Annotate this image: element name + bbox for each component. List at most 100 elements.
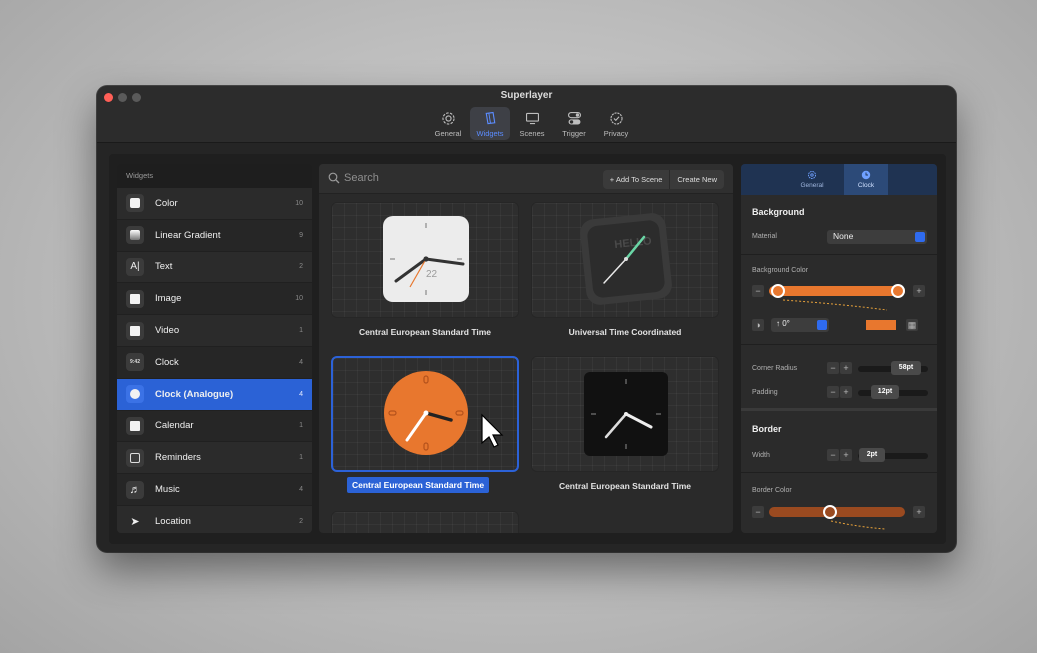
- sidebar-item-count: 4: [299, 358, 303, 366]
- color-well[interactable]: [866, 320, 896, 330]
- tab-widgets-label: Widgets: [476, 129, 504, 138]
- tab-trigger-label: Trigger: [562, 129, 586, 138]
- create-new-button[interactable]: Create New: [669, 170, 724, 189]
- inspector-tab-general[interactable]: General: [790, 164, 834, 195]
- clock-date: 22: [426, 269, 438, 280]
- minus-button[interactable]: −: [752, 506, 764, 518]
- sidebar-item-count: 1: [299, 422, 303, 430]
- angle-value: ↑ 0°: [776, 319, 790, 328]
- padding-minus[interactable]: −: [827, 386, 839, 398]
- search-input[interactable]: Search: [344, 172, 379, 184]
- background-color-slider[interactable]: [769, 286, 905, 296]
- border-width-minus[interactable]: −: [827, 449, 839, 461]
- gradient-icon: [126, 226, 144, 245]
- action-buttons: + Add To Scene Create New: [602, 170, 724, 189]
- material-select[interactable]: None: [827, 230, 927, 244]
- widget-label: Central European Standard Time: [558, 481, 692, 491]
- tab-trigger[interactable]: Trigger: [554, 107, 594, 140]
- angle-field[interactable]: ↑ 0°: [771, 318, 829, 332]
- tab-general[interactable]: General: [428, 107, 468, 140]
- slider-handle-end[interactable]: [891, 284, 905, 298]
- sidebar-item-color[interactable]: Color 10: [117, 188, 312, 220]
- monitor-icon: [525, 112, 539, 125]
- window-title: Superlayer: [500, 90, 553, 101]
- gear-icon: [808, 171, 816, 179]
- sidebar-item-location[interactable]: ➤ Location 2: [117, 505, 312, 533]
- widget-tile[interactable]: HELLO: [531, 202, 719, 318]
- tab-widgets[interactable]: Widgets: [470, 107, 510, 140]
- color-picker-button[interactable]: ▦: [906, 319, 918, 331]
- sidebar-item-label: Clock (Analogue): [155, 388, 234, 400]
- tab-privacy[interactable]: Privacy: [596, 107, 636, 140]
- widget-tile[interactable]: 22: [331, 202, 519, 318]
- sidebar-item-clock[interactable]: 9:42 Clock 4: [117, 346, 312, 379]
- sidebar-item-image[interactable]: Image 10: [117, 283, 312, 316]
- sidebar-item-label: Clock: [155, 356, 179, 368]
- corner-radius-value[interactable]: 58pt: [891, 361, 921, 375]
- plus-button[interactable]: +: [913, 285, 925, 297]
- sidebar-item-label: Text: [155, 261, 173, 273]
- tab-privacy-label: Privacy: [603, 129, 629, 138]
- border-section-title: Border: [752, 424, 782, 434]
- sidebar-item-label: Music: [155, 484, 180, 496]
- sidebar-item-calendar[interactable]: Calendar 1: [117, 410, 312, 443]
- sidebar-item-count: 10: [295, 295, 303, 303]
- widget-tile-selected[interactable]: [331, 356, 519, 472]
- widget-tile[interactable]: [331, 511, 519, 533]
- corner-radius-plus[interactable]: +: [840, 362, 852, 374]
- tab-scenes[interactable]: Scenes: [512, 107, 552, 140]
- chevron-updown-icon: [817, 320, 827, 330]
- padding-plus[interactable]: +: [840, 386, 852, 398]
- border-color-label: Border Color: [752, 487, 792, 494]
- sidebar-item-count: 4: [299, 486, 303, 494]
- calendar-icon: [126, 416, 144, 435]
- sidebar-item-label: Linear Gradient: [155, 229, 221, 241]
- widget-tile[interactable]: [531, 356, 719, 472]
- sidebar-item-text[interactable]: A| Text 2: [117, 251, 312, 284]
- mouse-cursor-icon: [481, 413, 504, 448]
- sidebar-item-count: 10: [295, 199, 303, 207]
- toolbar: General Widgets Scenes Trigger Privacy: [428, 107, 636, 140]
- widget-label-selected: Central European Standard Time: [347, 477, 490, 493]
- sidebar-item-count: 1: [299, 327, 303, 335]
- add-to-scene-button[interactable]: + Add To Scene: [603, 170, 670, 189]
- analog-clock-icon: [126, 385, 144, 404]
- sidebar-item-label: Image: [155, 293, 182, 305]
- minus-button[interactable]: −: [752, 285, 764, 297]
- sidebar-item-label: Calendar: [155, 420, 194, 432]
- widget-gallery: Search + Add To Scene Create New 22 Cent…: [319, 164, 733, 533]
- list-icon: [126, 448, 144, 467]
- border-width-value[interactable]: 2pt: [859, 448, 885, 462]
- orange-clock-preview: [384, 371, 504, 455]
- fill-mode-button[interactable]: ◑: [752, 319, 764, 331]
- sidebar-item-linear-gradient[interactable]: Linear Gradient 9: [117, 219, 312, 252]
- search-icon: [328, 172, 340, 184]
- clock-icon: [861, 170, 871, 180]
- tab-general-label: General: [434, 129, 462, 138]
- slider-handle-start[interactable]: [771, 284, 785, 298]
- music-note-icon: ♬: [126, 480, 144, 499]
- border-color-slider[interactable]: [769, 507, 905, 517]
- sidebar-item-reminders[interactable]: Reminders 1: [117, 442, 312, 475]
- chevron-updown-icon: [915, 232, 925, 242]
- border-width-label: Width: [752, 452, 770, 459]
- sidebar-item-video[interactable]: Video 1: [117, 315, 312, 347]
- plus-button[interactable]: +: [913, 506, 925, 518]
- text-cursor-icon: A|: [126, 257, 144, 276]
- sidebar-item-count: 9: [299, 231, 303, 239]
- gradient-guide-curve: [830, 520, 886, 530]
- background-color-label: Background Color: [752, 267, 809, 274]
- color-swatch-icon: [126, 194, 144, 213]
- padding-value[interactable]: 12pt: [871, 385, 899, 399]
- sidebar-item-clock-analogue[interactable]: Clock (Analogue) 4: [117, 378, 312, 411]
- material-label: Material: [752, 233, 777, 240]
- sidebar-item-music[interactable]: ♬ Music 4: [117, 474, 312, 506]
- check-badge-icon: [609, 112, 623, 125]
- inspector-tab-clock[interactable]: Clock: [844, 164, 888, 195]
- gradient-guide-curve: [782, 299, 888, 311]
- corner-radius-minus[interactable]: −: [827, 362, 839, 374]
- slider-handle[interactable]: [823, 505, 837, 519]
- black-clock-preview: [584, 372, 668, 456]
- border-width-plus[interactable]: +: [840, 449, 852, 461]
- sidebar-header: Widgets: [117, 164, 312, 188]
